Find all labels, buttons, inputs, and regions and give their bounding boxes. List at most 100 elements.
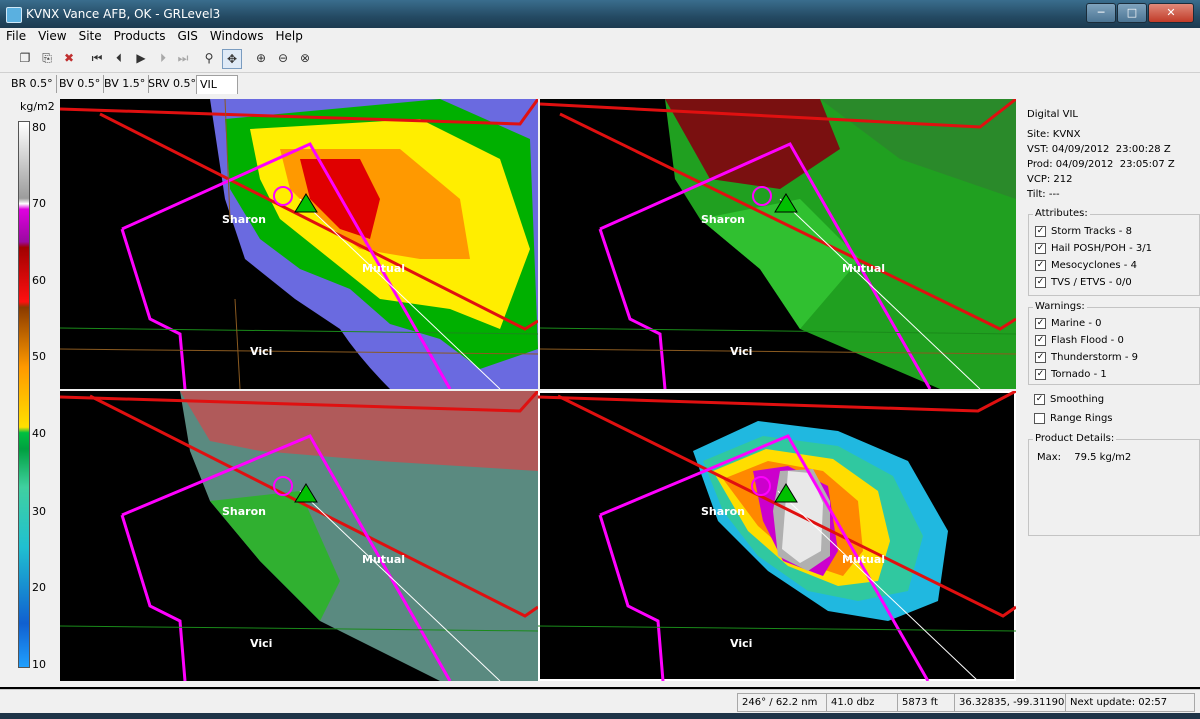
tab-vil[interactable]: VIL <box>196 75 238 94</box>
site-label: Site: <box>1027 129 1050 140</box>
site-value: KVNX <box>1052 129 1081 140</box>
status-bar: 246° / 62.2 nm 41.0 dbz 5873 ft 36.32835… <box>0 689 1200 714</box>
toolbar: ❐ ⎘ ✖ ⏮ ⏴ ▶ ⏵ ⏭ ⚲ ✥ ⊕ ⊖ ⊗ <box>0 45 1200 73</box>
attr-tvs-checkbox[interactable]: ✓ TVS / ETVS - 0/0 <box>1035 275 1132 289</box>
map-label-mutual: Mutual <box>842 262 886 275</box>
warnings-group: Warnings: ✓ Marine - 0 ✓ Flash Flood - 0 ✓… <box>1028 301 1200 385</box>
colorbar-label: 70 <box>32 197 46 210</box>
tab-br-0-5[interactable]: BR 0.5° <box>8 75 57 93</box>
warn-marine-checkbox[interactable]: ✓ Marine - 0 <box>1035 316 1101 330</box>
colorbar-label: 20 <box>32 581 46 594</box>
map-label-sharon: Sharon <box>701 505 745 518</box>
tab-srv-0-5[interactable]: SRV 0.5° <box>145 75 201 93</box>
play-icon[interactable]: ▶ <box>132 49 150 67</box>
map-label-vici: Vici <box>730 637 753 650</box>
window-title: KVNX Vance AFB, OK - GRLevel3 <box>26 7 221 21</box>
checkbox-label: Marine - 0 <box>1051 317 1102 329</box>
attr-mesocyclones-checkbox[interactable]: ✓ Mesocyclones - 4 <box>1035 258 1137 272</box>
map-label-sharon: Sharon <box>222 213 266 226</box>
status-next-update: Next update: 02:57 <box>1065 693 1195 712</box>
radar-panel-vil[interactable]: Sharon Mutual Vici <box>538 391 1016 681</box>
check-icon: ✓ <box>1035 368 1046 380</box>
first-frame-icon[interactable]: ⏮ <box>88 49 106 67</box>
warn-tornado-checkbox[interactable]: ✓ Tornado - 1 <box>1035 367 1107 381</box>
colorbar-unit: kg/m2 <box>20 100 55 113</box>
zoom-out-icon[interactable]: ⊖ <box>274 49 292 67</box>
tab-bv-1-5[interactable]: BV 1.5° <box>101 75 150 93</box>
radar-panel-reflectivity[interactable]: Sharon Mutual Vici <box>60 99 538 389</box>
info-panel: Digital VIL Site: KVNX VST: 04/09/2012 2… <box>1018 99 1200 681</box>
vst-label: VST: <box>1027 144 1049 155</box>
close-button[interactable]: ✕ <box>1148 3 1194 23</box>
attributes-group: Attributes: ✓ Storm Tracks - 8 ✓ Hail POSH… <box>1028 208 1200 296</box>
velocity-image <box>540 99 1016 389</box>
status-height: 5873 ft <box>897 693 955 712</box>
delete-icon[interactable]: ✖ <box>60 49 78 67</box>
vcp-value: 212 <box>1053 174 1073 185</box>
unchecked-box-icon <box>1034 412 1045 424</box>
radar-panel-velocity-low[interactable]: Sharon Mutual Vici <box>540 99 1016 389</box>
velocity-upper-image <box>60 391 538 681</box>
check-icon: ✓ <box>1035 351 1046 363</box>
zoom-reset-icon[interactable]: ⊗ <box>296 49 314 67</box>
checkbox-label: Range Rings <box>1050 412 1113 424</box>
status-coordinates: 36.32835, -99.31190 <box>954 693 1066 712</box>
warn-flash-flood-checkbox[interactable]: ✓ Flash Flood - 0 <box>1035 333 1124 347</box>
step-back-icon[interactable]: ⏴ <box>110 49 128 67</box>
map-label-sharon: Sharon <box>701 213 745 226</box>
os-taskbar <box>0 713 1200 719</box>
minimize-button[interactable]: ─ <box>1086 3 1116 23</box>
product-details-group: Product Details: Max: 79.5 kg/m2 <box>1028 433 1200 536</box>
product-title: Digital VIL <box>1027 109 1078 120</box>
colorbar-label: 80 <box>32 121 46 134</box>
check-icon: ✓ <box>1035 225 1046 237</box>
menu-products[interactable]: Products <box>108 28 172 43</box>
check-icon: ✓ <box>1035 242 1046 254</box>
attr-storm-tracks-checkbox[interactable]: ✓ Storm Tracks - 8 <box>1035 224 1132 238</box>
menu-bar: File View Site Products GIS Windows Help <box>0 28 1200 45</box>
pan-icon[interactable]: ✥ <box>222 49 242 69</box>
check-icon: ✓ <box>1035 276 1046 288</box>
menu-help[interactable]: Help <box>270 28 309 43</box>
step-forward-icon[interactable]: ⏵ <box>154 49 172 67</box>
menu-gis[interactable]: GIS <box>171 28 203 43</box>
max-value: 79.5 kg/m2 <box>1074 452 1132 463</box>
checkbox-label: Thunderstorm - 9 <box>1051 351 1138 363</box>
check-icon: ✓ <box>1035 317 1046 329</box>
app-icon <box>6 7 22 23</box>
warn-thunderstorm-checkbox[interactable]: ✓ Thunderstorm - 9 <box>1035 350 1138 364</box>
menu-windows[interactable]: Windows <box>204 28 270 43</box>
menu-view[interactable]: View <box>32 28 72 43</box>
title-bar: KVNX Vance AFB, OK - GRLevel3 ─ □ ✕ <box>0 0 1200 28</box>
max-row: Max: 79.5 kg/m2 <box>1037 452 1131 463</box>
color-legend: kg/m2 80 70 60 50 40 30 20 10 <box>14 99 60 681</box>
last-frame-icon[interactable]: ⏭ <box>174 49 192 67</box>
checkbox-label: Flash Flood - 0 <box>1051 334 1124 346</box>
map-label-vici: Vici <box>250 637 273 650</box>
range-rings-checkbox[interactable]: Range Rings <box>1034 411 1113 425</box>
tilt-value: --- <box>1048 189 1060 200</box>
checkbox-label: TVS / ETVS - 0/0 <box>1051 276 1132 288</box>
prod-value: 04/09/2012 23:05:07 Z <box>1055 159 1175 170</box>
map-label-mutual: Mutual <box>842 553 886 566</box>
attr-hail-checkbox[interactable]: ✓ Hail POSH/POH - 3/1 <box>1035 241 1152 255</box>
map-label-vici: Vici <box>730 345 753 358</box>
menu-file[interactable]: File <box>0 28 32 43</box>
check-icon: ✓ <box>1034 393 1045 405</box>
map-label-mutual: Mutual <box>362 262 406 275</box>
maximize-button[interactable]: □ <box>1117 3 1147 23</box>
map-label-mutual: Mutual <box>362 553 406 566</box>
checkbox-label: Smoothing <box>1050 393 1105 405</box>
smoothing-checkbox[interactable]: ✓ Smoothing <box>1034 392 1104 406</box>
tab-bv-0-5[interactable]: BV 0.5° <box>56 75 105 93</box>
radar-panel-velocity-high[interactable]: Sharon Mutual Vici <box>60 391 538 681</box>
checkbox-label: Tornado - 1 <box>1051 368 1107 380</box>
zoom-in-icon[interactable]: ⊕ <box>252 49 270 67</box>
new-window-icon[interactable]: ❐ <box>16 49 34 67</box>
product-tabs: BR 0.5° BV 0.5° BV 1.5° SRV 0.5° VIL <box>0 73 1200 95</box>
copy-icon[interactable]: ⎘ <box>38 49 56 67</box>
attributes-label: Attributes: <box>1033 208 1090 219</box>
checkbox-label: Mesocyclones - 4 <box>1051 259 1137 271</box>
menu-site[interactable]: Site <box>73 28 108 43</box>
zoom-icon[interactable]: ⚲ <box>200 49 218 67</box>
